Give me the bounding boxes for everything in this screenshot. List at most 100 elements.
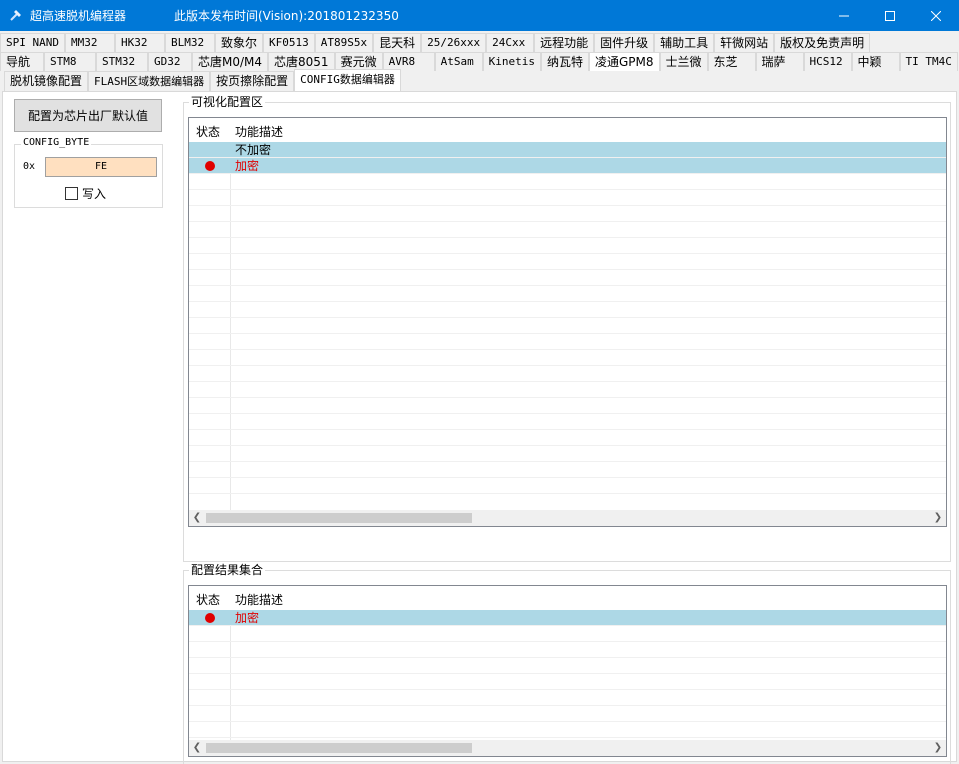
scroll-right-icon[interactable]: ❯ <box>930 740 946 756</box>
maximize-button[interactable] <box>867 0 913 31</box>
empty-row <box>189 350 946 366</box>
tab-tools[interactable]: 辅助工具 <box>654 33 715 52</box>
active-dot-icon <box>204 161 215 171</box>
tab-remote[interactable]: 远程功能 <box>534 33 595 52</box>
tab-stm8[interactable]: STM8 <box>44 52 96 71</box>
tab-kf0513[interactable]: KF0513 <box>263 33 315 52</box>
write-label: 写入 <box>82 187 107 201</box>
status-cell <box>189 142 230 158</box>
tab-nav[interactable]: 导航 <box>0 52 44 71</box>
tab-hk32[interactable]: HK32 <box>114 33 165 52</box>
list-header: 状态 功能描述 <box>189 118 946 142</box>
result-list[interactable]: 状态 功能描述 加密 ❮ ❯ <box>188 585 947 757</box>
close-button[interactable] <box>913 0 959 31</box>
minimize-button[interactable] <box>821 0 867 31</box>
list-item[interactable]: 加密 <box>189 158 946 174</box>
tab-gpm8[interactable]: 凌通GPM8 <box>588 52 660 71</box>
scroll-thumb[interactable] <box>206 513 472 523</box>
empty-row <box>189 302 946 318</box>
tab-firmware[interactable]: 固件升级 <box>594 33 655 52</box>
tab-zhixiang[interactable]: 致象尔 <box>214 33 263 52</box>
empty-row <box>189 318 946 334</box>
result-rows: 加密 <box>189 610 946 754</box>
empty-row <box>189 642 946 658</box>
subtab-config-editor[interactable]: CONFIG数据编辑器 <box>294 69 401 91</box>
tab-toshiba[interactable]: 东芝 <box>707 52 756 71</box>
maximize-icon <box>885 10 895 21</box>
empty-row <box>189 462 946 478</box>
tab-gd32[interactable]: GD32 <box>148 52 192 71</box>
scroll-thumb[interactable] <box>206 743 472 753</box>
tab-stm32[interactable]: STM32 <box>96 52 148 71</box>
col-status: 状态 <box>196 125 221 139</box>
client-area: SPI NAND MM32 HK32 BLM32 致象尔 KF0513 AT89… <box>0 31 959 764</box>
tab-hcs12[interactable]: HCS12 <box>803 52 852 71</box>
subtab-offline-image[interactable]: 脱机镜像配置 <box>4 71 89 91</box>
tab-kinetis[interactable]: Kinetis <box>482 52 541 71</box>
empty-row <box>189 382 946 398</box>
list-item[interactable]: 加密 <box>189 610 946 626</box>
empty-row <box>189 238 946 254</box>
empty-row <box>189 174 946 190</box>
tab-25-26xxx[interactable]: 25/26xxx <box>421 33 487 52</box>
subtab-flash-editor[interactable]: FLASH区域数据编辑器 <box>88 71 211 91</box>
config-byte-group: CONFIG_BYTE 0x FE 写入 <box>14 137 163 208</box>
visual-config-list[interactable]: 状态 功能描述 不加密 加密 ❮ ❯ <box>188 117 947 527</box>
tab-silan[interactable]: 士兰微 <box>659 52 708 71</box>
tab-atsam[interactable]: AtSam <box>434 52 483 71</box>
visual-config-group: 可视化配置区 状态 功能描述 不加密 加密 ❮ ❯ <box>183 95 951 562</box>
tab-spi-nand[interactable]: SPI NAND <box>0 33 65 52</box>
row-desc: 加密 <box>235 159 260 173</box>
list-header: 状态 功能描述 <box>189 586 946 610</box>
visual-config-label: 可视化配置区 <box>189 95 266 109</box>
empty-row <box>189 270 946 286</box>
result-label: 配置结果集合 <box>189 563 266 577</box>
factory-default-button[interactable]: 配置为芯片出厂默认值 <box>14 99 162 132</box>
empty-row <box>189 478 946 494</box>
scroll-left-icon[interactable]: ❮ <box>189 510 205 526</box>
scroll-right-icon[interactable]: ❯ <box>930 510 946 526</box>
title-bar: 超高速脱机编程器 此版本发布时间(Vision):201801232350 <box>0 0 959 31</box>
tab-website[interactable]: 轩微网站 <box>714 33 775 52</box>
horizontal-scrollbar[interactable]: ❮ ❯ <box>189 510 946 526</box>
tab-24cxx[interactable]: 24Cxx <box>486 33 535 52</box>
window-title: 超高速脱机编程器 <box>30 9 127 23</box>
empty-row <box>189 398 946 414</box>
empty-row <box>189 414 946 430</box>
tab-blm32[interactable]: BLM32 <box>164 33 215 52</box>
close-icon <box>931 10 941 21</box>
empty-row <box>189 254 946 270</box>
empty-row <box>189 334 946 350</box>
tab-ti-tm4c[interactable]: TI TM4C <box>899 52 958 71</box>
tab-renesas[interactable]: 瑞萨 <box>755 52 804 71</box>
horizontal-scrollbar[interactable]: ❮ ❯ <box>189 740 946 756</box>
hex-prefix: 0x <box>23 161 36 172</box>
tab-sino[interactable]: 中颖 <box>851 52 900 71</box>
scroll-left-icon[interactable]: ❮ <box>189 740 205 756</box>
list-item[interactable]: 不加密 <box>189 142 946 158</box>
col-desc: 功能描述 <box>235 125 284 139</box>
tab-mm32[interactable]: MM32 <box>64 33 115 52</box>
config-byte-input[interactable]: FE <box>45 157 157 177</box>
empty-row <box>189 190 946 206</box>
empty-row <box>189 722 946 738</box>
app-icon <box>10 10 21 21</box>
write-checkbox[interactable]: 写入 <box>65 185 106 202</box>
empty-row <box>189 674 946 690</box>
tab-nuvoton-m0m4[interactable]: 芯唐M0/M4 <box>192 52 269 71</box>
empty-row <box>189 286 946 302</box>
status-cell <box>189 610 230 626</box>
checkbox-icon[interactable] <box>65 187 78 200</box>
tab-nuvoton-nawate[interactable]: 纳瓦特 <box>540 52 589 71</box>
col-status: 状态 <box>196 593 221 607</box>
tab-copyright[interactable]: 版权及免责声明 <box>774 33 871 52</box>
row-desc: 不加密 <box>235 143 272 157</box>
empty-row <box>189 690 946 706</box>
active-dot-icon <box>204 613 215 623</box>
empty-row <box>189 430 946 446</box>
minimize-icon <box>839 15 849 16</box>
tab-kuntianke[interactable]: 昆天科 <box>373 33 422 52</box>
subtab-page-erase[interactable]: 按页擦除配置 <box>210 71 295 91</box>
tab-at89s5x[interactable]: AT89S5x <box>314 33 374 52</box>
empty-row <box>189 222 946 238</box>
